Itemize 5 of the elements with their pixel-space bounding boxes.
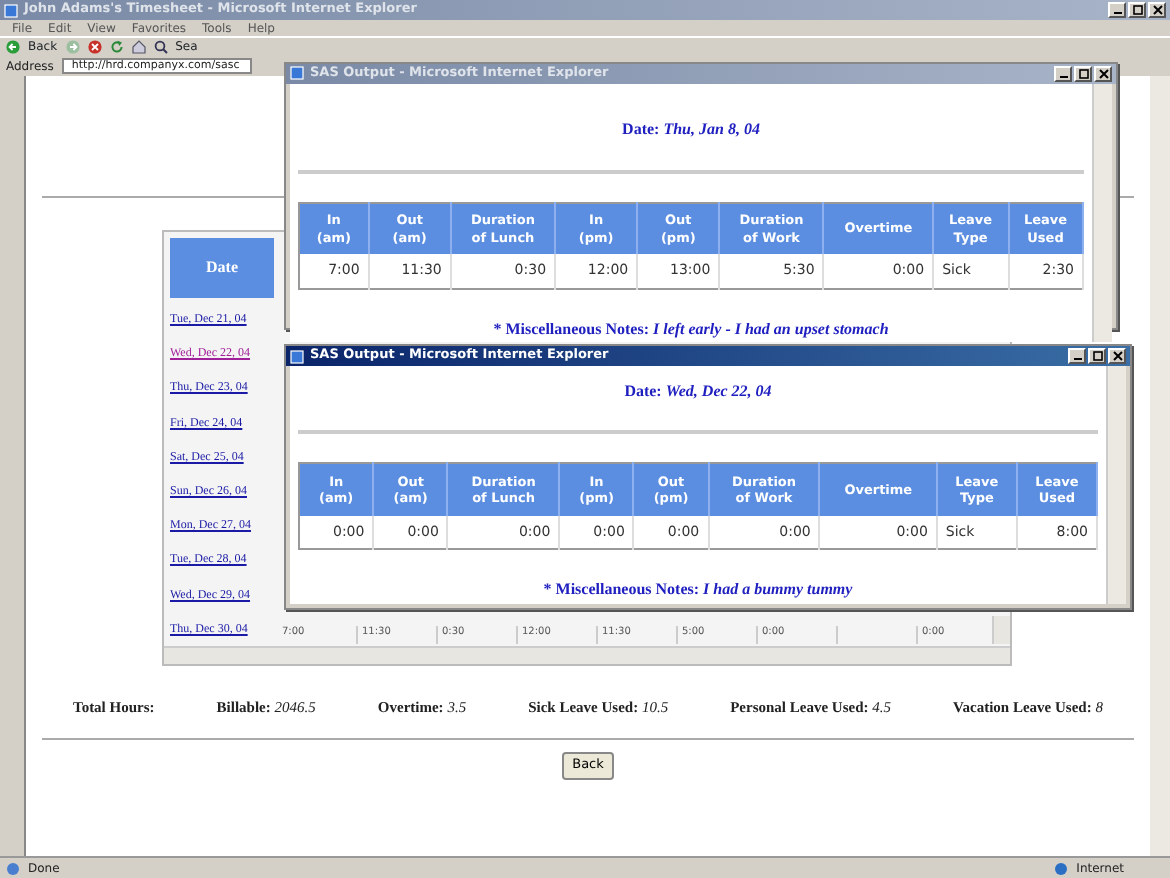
date-heading: Date: Thu, Jan 8, 04 bbox=[620, 117, 762, 142]
column-header: Date bbox=[170, 238, 274, 298]
notes-text: * Miscellaneous Notes: I left early - I had an upset stomach bbox=[491, 317, 891, 342]
notes-text: * Miscellaneous Notes: I had a bummy tummy bbox=[541, 578, 855, 602]
date-heading: Date: Wed, Dec 22, 04 bbox=[622, 380, 774, 404]
